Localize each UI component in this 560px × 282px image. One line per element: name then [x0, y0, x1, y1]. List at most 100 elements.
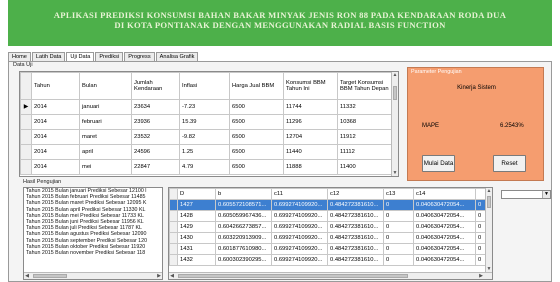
cell[interactable]: 11744	[283, 99, 338, 115]
cell[interactable]: mei	[79, 159, 132, 175]
column-header[interactable]: D	[177, 188, 216, 200]
cell[interactable]: 0.484272381610...	[327, 243, 384, 255]
cell[interactable]: 6500	[229, 159, 284, 175]
cell[interactable]: 0.699274109920...	[271, 254, 328, 266]
cell[interactable]: februari	[79, 114, 132, 130]
scroll-up-arrow-icon[interactable]: ▲	[486, 188, 492, 194]
cell[interactable]: -9.82	[179, 129, 230, 145]
cell[interactable]: 0.600302390295...	[215, 254, 272, 266]
cell[interactable]: 0.040630472054...	[413, 232, 476, 244]
cell[interactable]: 0.603220913909...	[215, 232, 272, 244]
column-header[interactable]: Konsumsi BBM Tahun Ini	[283, 72, 338, 100]
scroll-thumb[interactable]	[487, 196, 491, 208]
cell[interactable]: 0	[383, 199, 414, 211]
hasil-horizontal-scrollbar[interactable]: ◀ ▶	[24, 272, 162, 279]
cell[interactable]: 0	[383, 232, 414, 244]
table-row[interactable]: 1432 0.600302390295... 0.699274109920...…	[169, 254, 488, 266]
cell[interactable]: 0.699274109920...	[271, 243, 328, 255]
mulai-data-button[interactable]: Mulai Data	[422, 155, 455, 172]
cell[interactable]: 6500	[229, 114, 284, 130]
column-header[interactable]: c11	[271, 188, 328, 200]
column-header[interactable]: Tahun	[31, 72, 80, 100]
cell[interactable]: 1428	[177, 210, 216, 222]
scroll-thumb[interactable]	[178, 274, 408, 278]
row-header[interactable]	[20, 114, 32, 130]
bobot-horizontal-scrollbar[interactable]: ◀ ▶	[169, 272, 492, 279]
cell[interactable]: 0.484272381610...	[327, 221, 384, 233]
column-header[interactable]: Harga Jual BBM	[229, 72, 284, 100]
cell[interactable]: 0.605059967436...	[215, 210, 272, 222]
table-row[interactable]: ▶ 2014 januari 23634 -7.23 6500 11744 11…	[20, 99, 393, 115]
hasil-pengujian-listbox[interactable]: Tahun 2015 Bulan januari Prediksi Sebesa…	[23, 187, 163, 280]
cell[interactable]: 23532	[131, 129, 180, 145]
cell[interactable]: 1430	[177, 232, 216, 244]
cell[interactable]: 23936	[131, 114, 180, 130]
row-header[interactable]	[169, 243, 178, 255]
row-header[interactable]	[20, 144, 32, 160]
cell[interactable]: 11400	[337, 159, 393, 175]
table-row[interactable]: 2014 mei 22847 4.79 6500 11888 11400	[20, 159, 393, 175]
list-item[interactable]: Tahun 2015 Bulan april Prediksi Sebesar …	[24, 207, 162, 213]
row-header[interactable]	[20, 159, 32, 175]
cell[interactable]: 11888	[283, 159, 338, 175]
cell[interactable]: 0.699274109920...	[271, 199, 328, 211]
cell[interactable]: 24596	[131, 144, 180, 160]
row-header[interactable]	[169, 221, 178, 233]
bobot-grid[interactable]: D b c11 c12 c13 c14 1427 0.605572108571.…	[168, 187, 493, 280]
cell[interactable]: 6500	[229, 144, 284, 160]
list-item[interactable]: Tahun 2015 Bulan november Prediksi Sebes…	[24, 250, 162, 256]
cell[interactable]: 2014	[31, 129, 80, 145]
column-header[interactable]: Bulan	[79, 72, 132, 100]
cell[interactable]: 6500	[229, 129, 284, 145]
scroll-right-arrow-icon[interactable]: ▶	[156, 273, 162, 279]
column-header[interactable]: c12	[327, 188, 384, 200]
cell[interactable]: 11112	[337, 144, 393, 160]
cell[interactable]: 0.040630472054...	[413, 243, 476, 255]
cell[interactable]: 0.604266273857...	[215, 221, 272, 233]
cell[interactable]: 10368	[337, 114, 393, 130]
cell[interactable]: 11296	[283, 114, 338, 130]
cell[interactable]: -7.23	[179, 99, 230, 115]
cell[interactable]: 2014	[31, 99, 80, 115]
scroll-up-arrow-icon[interactable]: ▲	[392, 72, 398, 78]
cell[interactable]: 1.25	[179, 144, 230, 160]
table-row[interactable]: 2014 april 24596 1.25 6500 11440 11112	[20, 144, 393, 160]
column-header[interactable]: c13	[383, 188, 414, 200]
scroll-left-arrow-icon[interactable]: ◀	[24, 273, 30, 279]
cell[interactable]: 12704	[283, 129, 338, 145]
row-header[interactable]	[169, 232, 178, 244]
table-row-selected[interactable]: 1427 0.605572108571... 0.699274109920...…	[169, 199, 488, 211]
column-header[interactable]: b	[215, 188, 272, 200]
cell[interactable]: april	[79, 144, 132, 160]
cell[interactable]: 22847	[131, 159, 180, 175]
data-uji-vertical-scrollbar[interactable]: ▲ ▼	[391, 72, 398, 176]
cell[interactable]: 0	[383, 221, 414, 233]
cell[interactable]: 0.040630472054...	[413, 210, 476, 222]
list-item[interactable]: Tahun 2015 Bulan maret Prediksi Sebesar …	[24, 200, 162, 206]
cell[interactable]: 0.484272381610...	[327, 232, 384, 244]
cell[interactable]: 0.484272381610...	[327, 210, 384, 222]
row-header[interactable]	[169, 210, 178, 222]
cell[interactable]: 0.699274109920...	[271, 210, 328, 222]
list-item[interactable]: Tahun 2015 Bulan september Prediksi Sebe…	[24, 238, 162, 244]
cell[interactable]: 0.484272381610...	[327, 254, 384, 266]
column-header[interactable]: Target Konsumsi BBM Tahun Depan	[337, 72, 393, 100]
cell[interactable]: 2014	[31, 159, 80, 175]
cell[interactable]: 1431	[177, 243, 216, 255]
column-header[interactable]: c14	[413, 188, 476, 200]
cell[interactable]: 11440	[283, 144, 338, 160]
scroll-thumb[interactable]	[33, 274, 67, 278]
cell[interactable]: 0.605572108571...	[215, 199, 272, 211]
cell[interactable]: 0.040630472054...	[413, 254, 476, 266]
list-item[interactable]: Tahun 2015 Bulan agustus Prediksi Sebesa…	[24, 231, 162, 237]
row-header[interactable]	[20, 129, 32, 145]
cell[interactable]: 0	[383, 210, 414, 222]
cell[interactable]: 15.39	[179, 114, 230, 130]
cell[interactable]: 0.040630472054...	[413, 199, 476, 211]
cell[interactable]: 1427	[177, 199, 216, 211]
cell[interactable]: maret	[79, 129, 132, 145]
bobot-vertical-scrollbar[interactable]: ▲ ▼	[485, 188, 492, 272]
row-header[interactable]	[169, 254, 178, 266]
selection-dropdown[interactable]: ▼	[501, 190, 551, 199]
table-row[interactable]: 1429 0.604266273857... 0.699274109920...…	[169, 221, 488, 233]
